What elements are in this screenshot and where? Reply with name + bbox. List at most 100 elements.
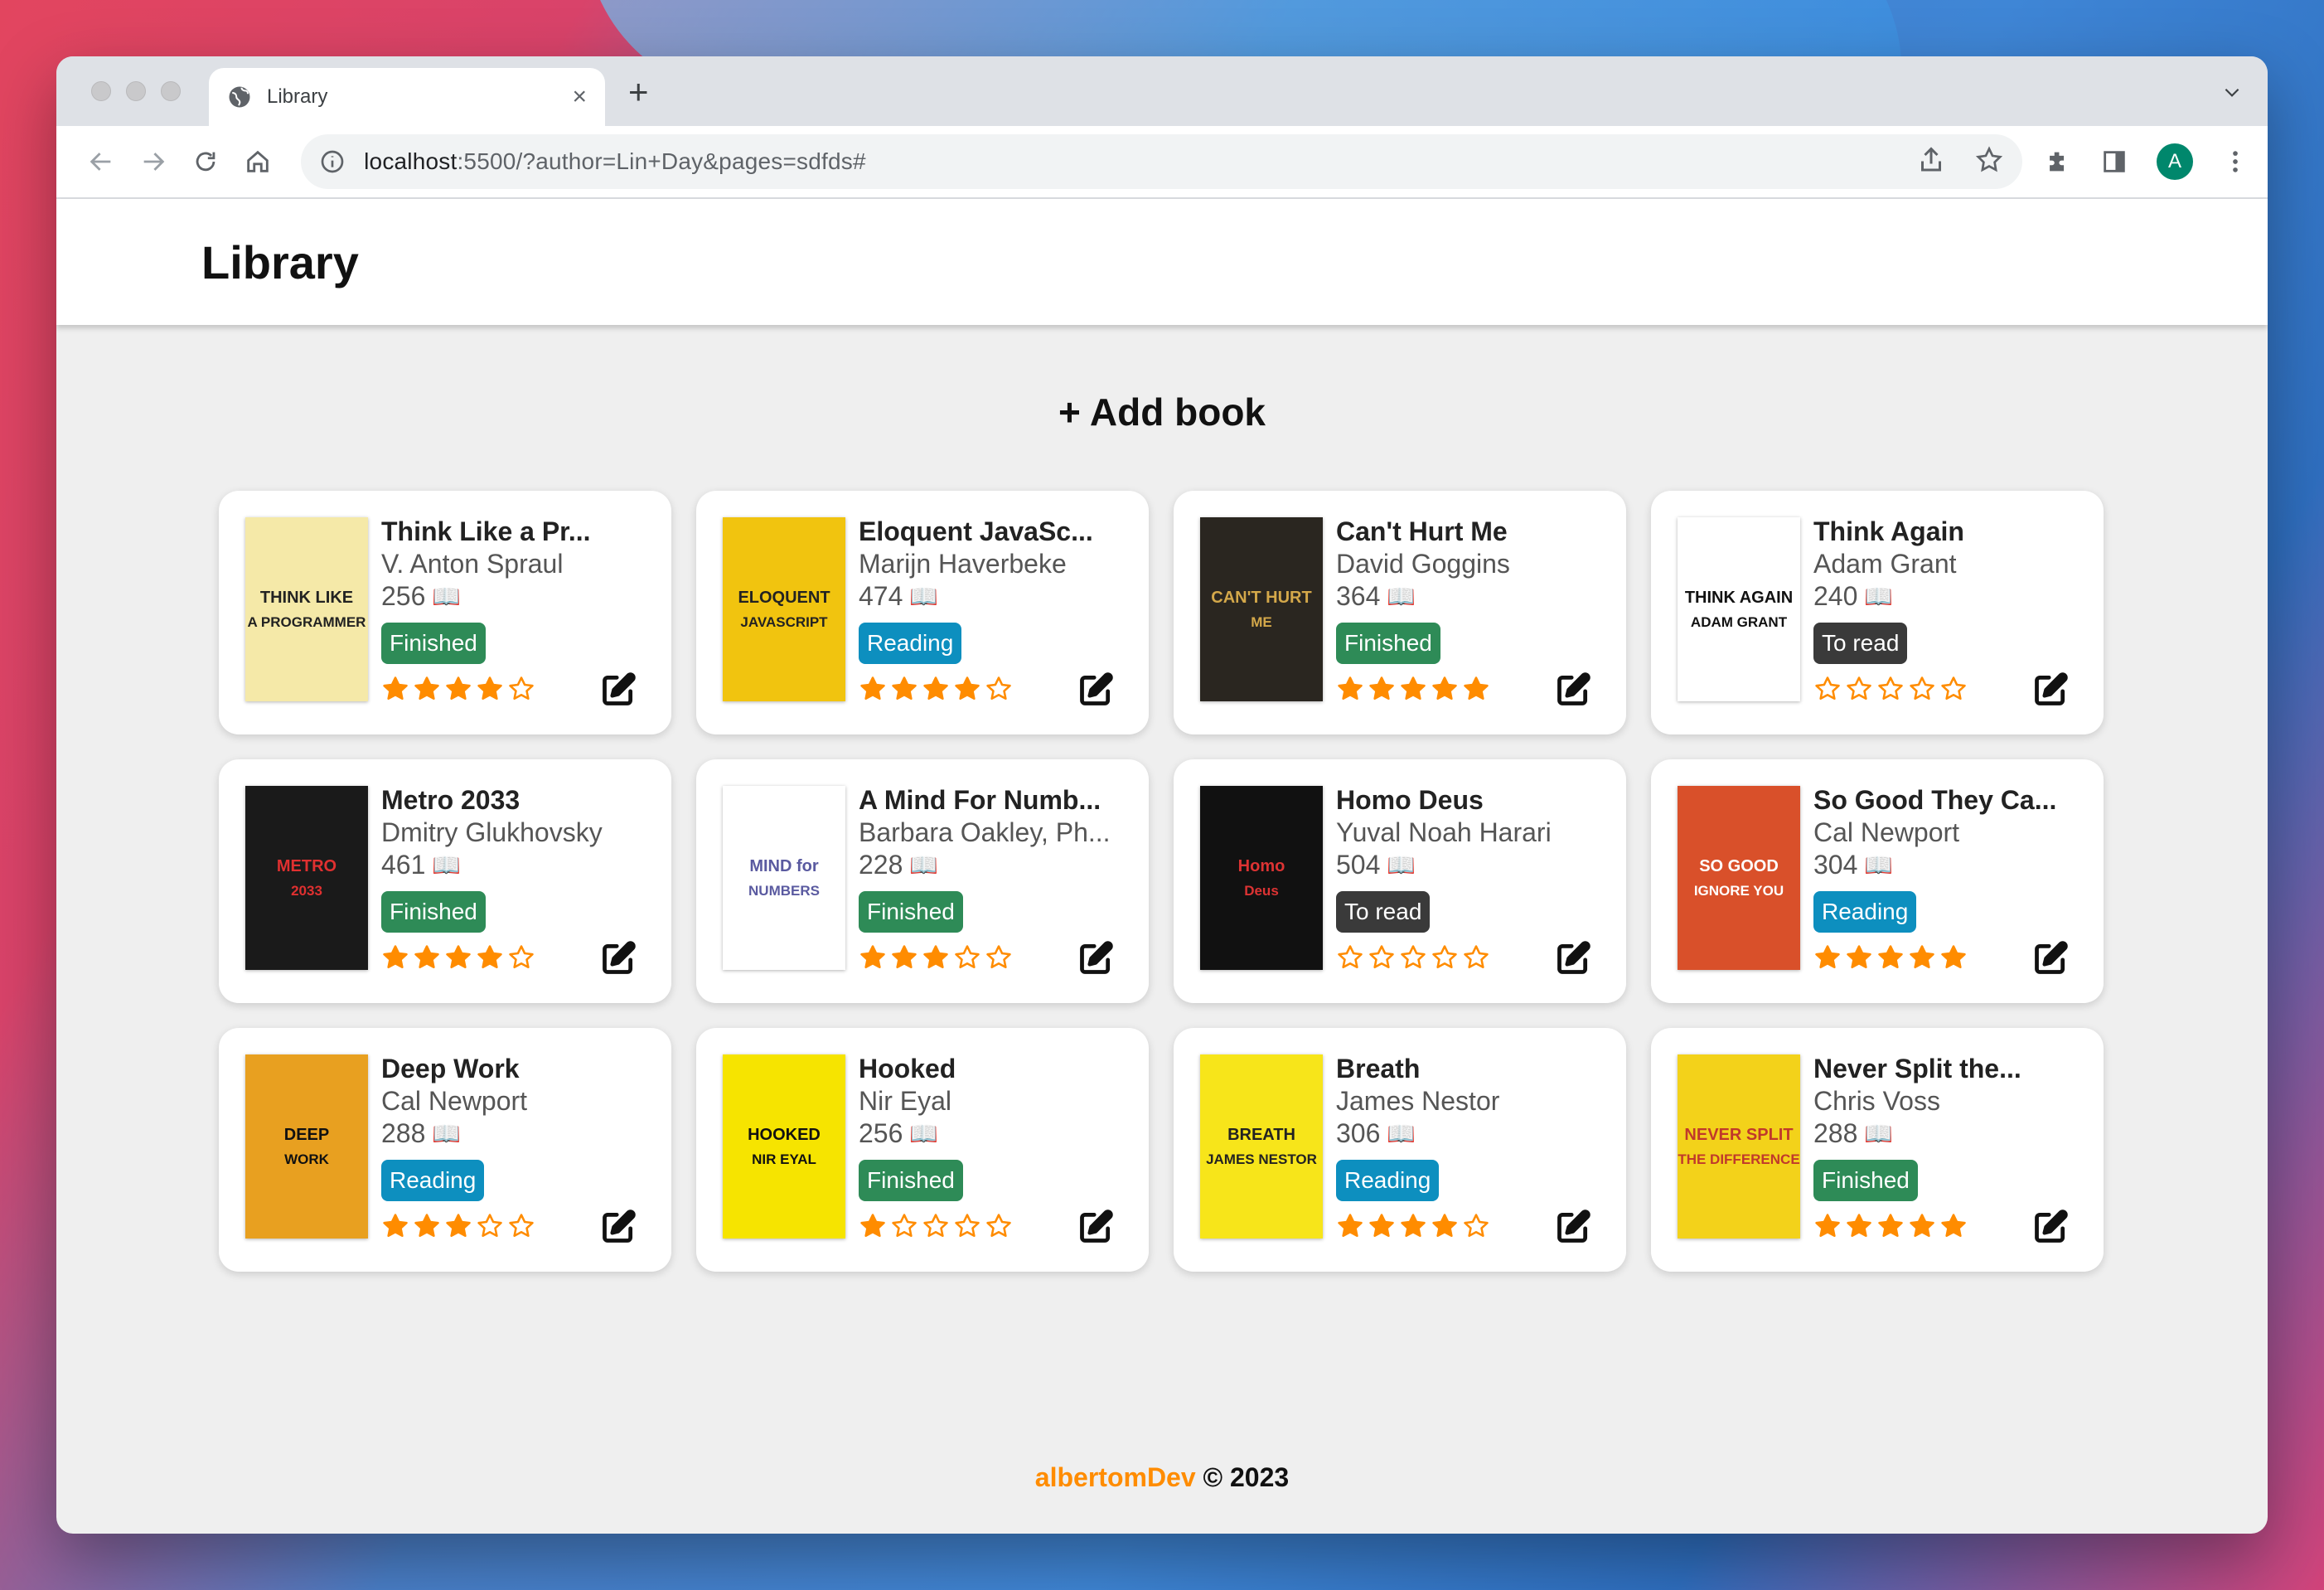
edit-icon[interactable]	[1077, 671, 1114, 708]
star-filled-icon[interactable]	[444, 943, 472, 972]
star-filled-icon[interactable]	[1399, 675, 1427, 703]
star-empty-icon[interactable]	[985, 675, 1013, 703]
star-filled-icon[interactable]	[1813, 943, 1842, 972]
edit-icon[interactable]	[2032, 1209, 2069, 1245]
star-empty-icon[interactable]	[1813, 675, 1842, 703]
book-card[interactable]: METRO 2033 Metro 2033 Dmitry Glukhovsky …	[219, 759, 671, 1003]
edit-icon[interactable]	[2032, 940, 2069, 977]
star-filled-icon[interactable]	[1368, 675, 1396, 703]
star-filled-icon[interactable]	[1876, 943, 1905, 972]
book-card[interactable]: DEEP WORK Deep Work Cal Newport 288 📖 Rea…	[219, 1028, 671, 1272]
star-empty-icon[interactable]	[507, 943, 535, 972]
edit-icon[interactable]	[2032, 671, 2069, 708]
edit-icon[interactable]	[1555, 1209, 1591, 1245]
edit-icon[interactable]	[600, 1209, 637, 1245]
star-empty-icon[interactable]	[507, 675, 535, 703]
book-card[interactable]: ELOQUENT JAVASCRIPT Eloquent JavaSc... M…	[696, 491, 1149, 734]
star-empty-icon[interactable]	[953, 943, 981, 972]
star-bookmark-icon[interactable]	[1974, 145, 2004, 175]
star-filled-icon[interactable]	[413, 943, 441, 972]
star-empty-icon[interactable]	[953, 1212, 981, 1240]
star-filled-icon[interactable]	[1399, 1212, 1427, 1240]
book-card[interactable]: CAN'T HURT ME Can't Hurt Me David Goggin…	[1174, 491, 1626, 734]
book-card[interactable]: BREATH JAMES NESTOR Breath James Nestor …	[1174, 1028, 1626, 1272]
star-filled-icon[interactable]	[444, 675, 472, 703]
book-card[interactable]: MIND for NUMBERS A Mind For Numb... Barb…	[696, 759, 1149, 1003]
star-empty-icon[interactable]	[1908, 675, 1936, 703]
star-empty-icon[interactable]	[1431, 943, 1459, 972]
star-empty-icon[interactable]	[922, 1212, 950, 1240]
minimize-window-button[interactable]	[126, 81, 146, 101]
star-empty-icon[interactable]	[507, 1212, 535, 1240]
star-filled-icon[interactable]	[381, 943, 409, 972]
book-card[interactable]: THINK LIKE A PROGRAMMER Think Like a Pr.…	[219, 491, 671, 734]
star-filled-icon[interactable]	[413, 1212, 441, 1240]
star-empty-icon[interactable]	[1845, 675, 1873, 703]
star-empty-icon[interactable]	[985, 943, 1013, 972]
side-panel-icon[interactable]	[2100, 148, 2128, 176]
star-empty-icon[interactable]	[1399, 943, 1427, 972]
star-empty-icon[interactable]	[476, 1212, 504, 1240]
add-book-button[interactable]: + Add book	[56, 390, 2268, 434]
url-text[interactable]: localhost:5500/?author=Lin+Day&pages=sdf…	[364, 148, 866, 175]
star-filled-icon[interactable]	[444, 1212, 472, 1240]
close-tab-icon[interactable]: ×	[572, 85, 587, 109]
star-empty-icon[interactable]	[1876, 675, 1905, 703]
star-filled-icon[interactable]	[1336, 675, 1364, 703]
new-tab-button[interactable]: +	[628, 75, 649, 109]
star-empty-icon[interactable]	[985, 1212, 1013, 1240]
star-filled-icon[interactable]	[953, 675, 981, 703]
star-filled-icon[interactable]	[922, 675, 950, 703]
star-filled-icon[interactable]	[1336, 1212, 1364, 1240]
edit-icon[interactable]	[600, 671, 637, 708]
info-icon[interactable]	[319, 148, 346, 175]
star-filled-icon[interactable]	[1431, 1212, 1459, 1240]
zoom-window-button[interactable]	[161, 81, 181, 101]
home-button[interactable]	[232, 135, 284, 188]
more-vertical-icon[interactable]	[2221, 148, 2249, 176]
edit-icon[interactable]	[1555, 671, 1591, 708]
extensions-puzzle-icon[interactable]	[2044, 148, 2072, 176]
star-empty-icon[interactable]	[1462, 943, 1490, 972]
star-filled-icon[interactable]	[1368, 1212, 1396, 1240]
edit-icon[interactable]	[1555, 940, 1591, 977]
star-filled-icon[interactable]	[1845, 943, 1873, 972]
close-window-button[interactable]	[91, 81, 111, 101]
star-empty-icon[interactable]	[1336, 943, 1364, 972]
star-empty-icon[interactable]	[890, 1212, 918, 1240]
footer-brand[interactable]: albertomDev	[1035, 1462, 1196, 1492]
back-button[interactable]	[75, 135, 127, 188]
star-filled-icon[interactable]	[1908, 1212, 1936, 1240]
profile-avatar[interactable]: A	[2157, 143, 2193, 180]
edit-icon[interactable]	[1077, 1209, 1114, 1245]
star-empty-icon[interactable]	[1462, 1212, 1490, 1240]
star-filled-icon[interactable]	[1431, 675, 1459, 703]
star-filled-icon[interactable]	[1813, 1212, 1842, 1240]
star-filled-icon[interactable]	[859, 675, 887, 703]
reload-button[interactable]	[180, 135, 232, 188]
edit-icon[interactable]	[1077, 940, 1114, 977]
share-icon[interactable]	[1916, 145, 1946, 175]
star-filled-icon[interactable]	[1845, 1212, 1873, 1240]
star-filled-icon[interactable]	[859, 1212, 887, 1240]
star-filled-icon[interactable]	[1939, 943, 1968, 972]
star-filled-icon[interactable]	[1939, 1212, 1968, 1240]
star-filled-icon[interactable]	[1908, 943, 1936, 972]
book-card[interactable]: SO GOOD IGNORE YOU So Good They Ca... Ca…	[1651, 759, 2104, 1003]
star-filled-icon[interactable]	[1876, 1212, 1905, 1240]
star-filled-icon[interactable]	[859, 943, 887, 972]
star-filled-icon[interactable]	[1462, 675, 1490, 703]
book-card[interactable]: THINK AGAIN ADAM GRANT Think Again Adam …	[1651, 491, 2104, 734]
star-filled-icon[interactable]	[476, 943, 504, 972]
star-empty-icon[interactable]	[1368, 943, 1396, 972]
star-filled-icon[interactable]	[381, 675, 409, 703]
star-filled-icon[interactable]	[476, 675, 504, 703]
tab-library[interactable]: Library ×	[209, 68, 605, 126]
star-filled-icon[interactable]	[890, 943, 918, 972]
address-bar[interactable]: localhost:5500/?author=Lin+Day&pages=sdf…	[301, 134, 2022, 189]
star-filled-icon[interactable]	[413, 675, 441, 703]
star-empty-icon[interactable]	[1939, 675, 1968, 703]
chevron-down-icon[interactable]	[2221, 81, 2243, 103]
forward-button[interactable]	[127, 135, 179, 188]
edit-icon[interactable]	[600, 940, 637, 977]
